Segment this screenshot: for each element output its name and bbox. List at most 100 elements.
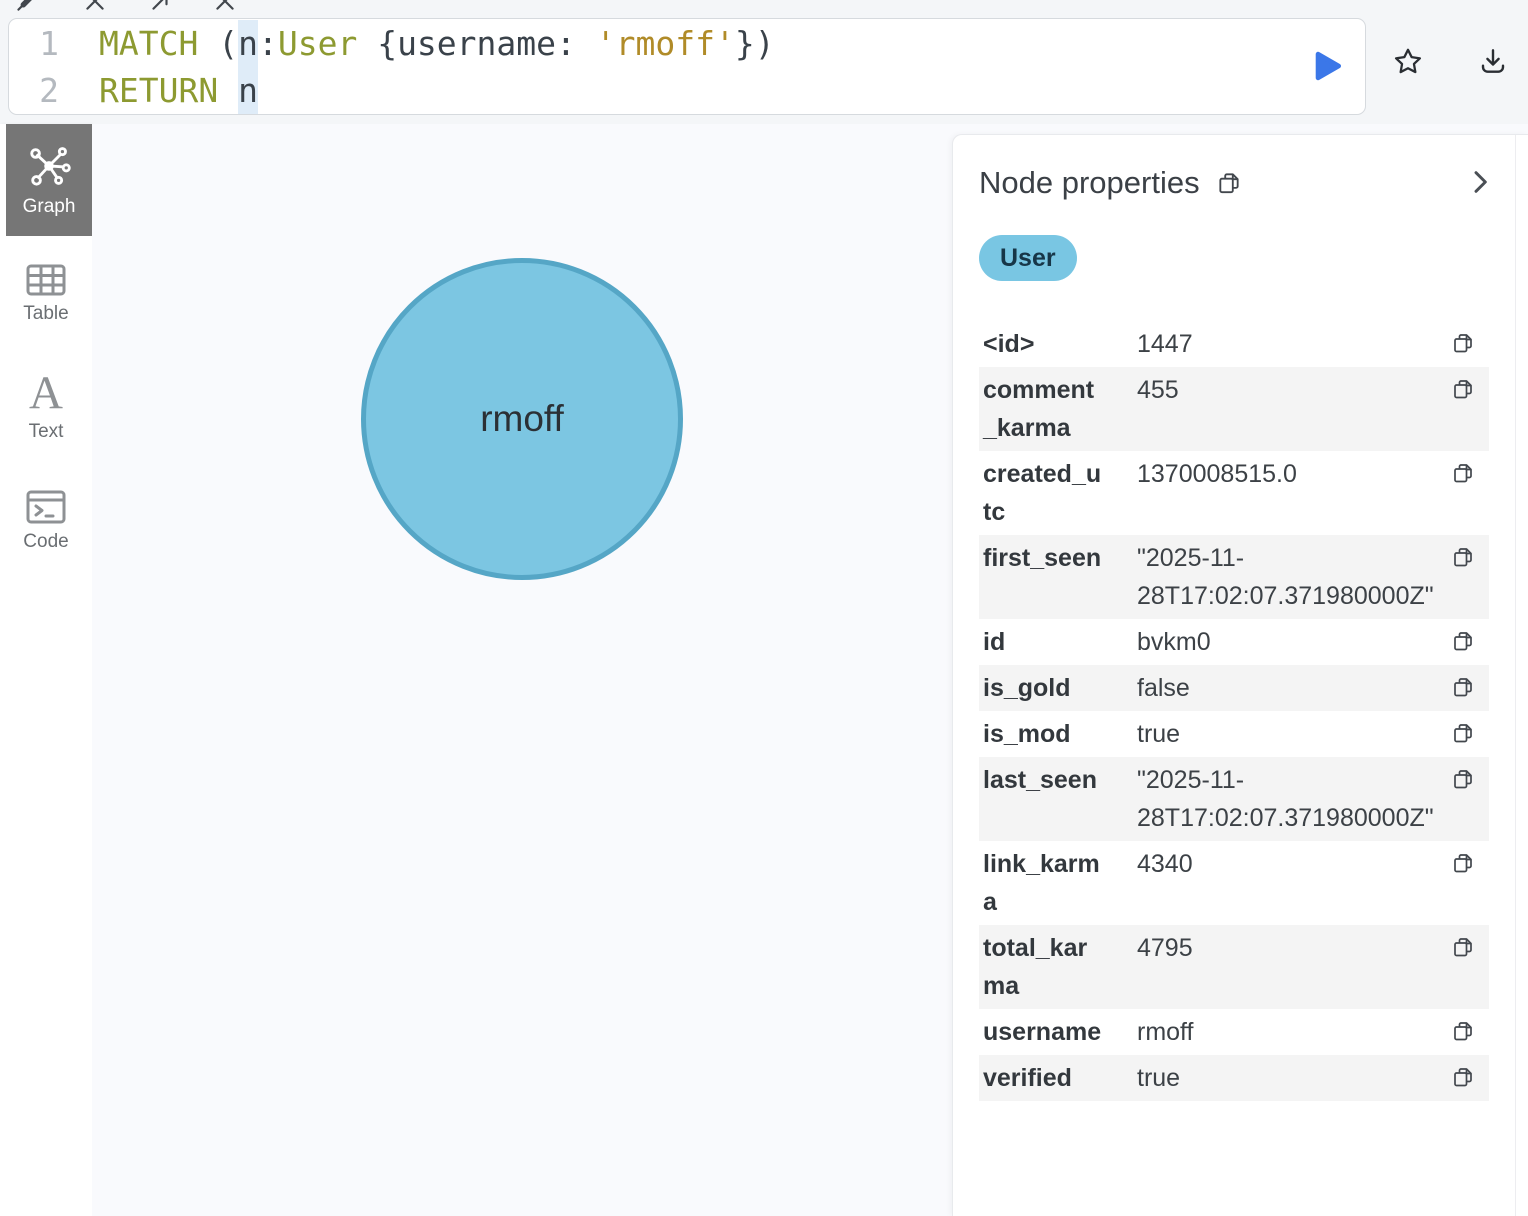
copy-property-button[interactable] bbox=[1451, 767, 1477, 793]
property-row: first_seen "2025-11-28T17:02:07.37198000… bbox=[979, 535, 1489, 619]
line-number: 1 bbox=[9, 20, 59, 67]
code-token: MATCH bbox=[99, 24, 218, 63]
sidebar-item-code[interactable]: Code bbox=[0, 486, 92, 556]
property-key: link_karma bbox=[983, 845, 1137, 921]
code-line: 2 RETURN n bbox=[9, 67, 1365, 114]
copy-icon bbox=[1451, 767, 1475, 791]
copy-property-button[interactable] bbox=[1451, 1065, 1477, 1091]
sidebar-item-table[interactable]: Table bbox=[0, 261, 92, 327]
copy-property-button[interactable] bbox=[1451, 461, 1477, 487]
code-token: User bbox=[278, 24, 357, 63]
graph-network-icon bbox=[26, 142, 72, 188]
copy-icon bbox=[1451, 721, 1475, 745]
copy-property-button[interactable] bbox=[1451, 1019, 1477, 1045]
close-icon[interactable] bbox=[82, 0, 108, 14]
property-value: 455 bbox=[1137, 371, 1443, 447]
property-row: comment_karma 455 bbox=[979, 367, 1489, 451]
property-key: last_seen bbox=[983, 761, 1137, 837]
property-row: is_mod true bbox=[979, 711, 1489, 757]
line-number: 2 bbox=[9, 67, 59, 114]
node-label-badge: User bbox=[979, 235, 1077, 281]
code-line: 1 MATCH (n:User {username: 'rmoff'}) bbox=[9, 20, 1365, 67]
panel-header: Node properties bbox=[979, 161, 1528, 205]
code-token: RETURN bbox=[99, 71, 238, 110]
property-row: created_utc 1370008515.0 bbox=[979, 451, 1489, 535]
code-token: : bbox=[258, 24, 278, 63]
open-in-new-icon[interactable] bbox=[147, 0, 173, 14]
copy-property-button[interactable] bbox=[1451, 935, 1477, 961]
save-favorite-button[interactable] bbox=[1390, 45, 1426, 81]
graph-node-user[interactable]: rmoff bbox=[361, 258, 683, 580]
collapse-panel-button[interactable] bbox=[1464, 163, 1496, 201]
property-value: "2025-11-28T17:02:07.371980000Z" bbox=[1137, 761, 1443, 837]
code-token: }) bbox=[735, 24, 775, 63]
property-key: verified bbox=[983, 1059, 1137, 1097]
play-icon bbox=[1307, 47, 1345, 85]
sidebar-item-label: Code bbox=[23, 531, 68, 553]
letter-a-icon: A bbox=[29, 371, 63, 415]
property-row: username rmoff bbox=[979, 1009, 1489, 1055]
terminal-icon bbox=[26, 489, 66, 525]
property-row: link_karma 4340 bbox=[979, 841, 1489, 925]
property-value: "2025-11-28T17:02:07.371980000Z" bbox=[1137, 539, 1443, 615]
property-value: true bbox=[1137, 1059, 1443, 1097]
property-row: <id> 1447 bbox=[979, 321, 1489, 367]
chevron-right-icon bbox=[1464, 163, 1496, 201]
download-button[interactable] bbox=[1475, 44, 1511, 80]
copy-icon bbox=[1451, 545, 1475, 569]
table-grid-icon bbox=[26, 263, 66, 297]
copy-property-button[interactable] bbox=[1451, 331, 1477, 357]
property-key: username bbox=[983, 1013, 1137, 1051]
property-value: true bbox=[1137, 715, 1443, 753]
property-row: last_seen "2025-11-28T17:02:07.371980000… bbox=[979, 757, 1489, 841]
copy-icon bbox=[1451, 461, 1475, 485]
star-icon bbox=[1391, 45, 1425, 79]
copy-property-button[interactable] bbox=[1451, 629, 1477, 655]
copy-icon bbox=[1216, 170, 1242, 196]
property-key: is_mod bbox=[983, 715, 1137, 753]
copy-property-button[interactable] bbox=[1451, 377, 1477, 403]
property-key: <id> bbox=[983, 325, 1137, 363]
copy-icon bbox=[1451, 629, 1475, 653]
property-value: false bbox=[1137, 669, 1443, 707]
sidebar-item-label: Table bbox=[23, 303, 68, 325]
copy-property-button[interactable] bbox=[1451, 851, 1477, 877]
pin-icon[interactable] bbox=[13, 0, 39, 14]
run-query-button[interactable] bbox=[1307, 47, 1345, 85]
sidebar-item-graph[interactable]: Graph bbox=[6, 124, 92, 236]
property-key: created_utc bbox=[983, 455, 1137, 531]
property-key: id bbox=[983, 623, 1137, 661]
copy-icon bbox=[1451, 935, 1475, 959]
property-key: first_seen bbox=[983, 539, 1137, 615]
code-token: n bbox=[238, 20, 258, 67]
properties-table: <id> 1447 comment_karma 455 created_utc … bbox=[979, 321, 1489, 1101]
copy-icon bbox=[1451, 377, 1475, 401]
property-key: comment_karma bbox=[983, 371, 1137, 447]
code-token: 'rmoff' bbox=[596, 24, 735, 63]
sidebar-item-label: Text bbox=[29, 421, 64, 443]
copy-property-button[interactable] bbox=[1451, 721, 1477, 747]
property-row: verified true bbox=[979, 1055, 1489, 1101]
property-value: bvkm0 bbox=[1137, 623, 1443, 661]
copy-property-button[interactable] bbox=[1451, 675, 1477, 701]
query-editor[interactable]: 1 MATCH (n:User {username: 'rmoff'}) 2 RETU… bbox=[8, 18, 1366, 115]
copy-icon bbox=[1451, 675, 1475, 699]
property-value: 1370008515.0 bbox=[1137, 455, 1443, 531]
sidebar-item-label: Graph bbox=[23, 196, 76, 218]
copy-all-properties-button[interactable] bbox=[1216, 169, 1244, 197]
code-token: {username: bbox=[357, 24, 595, 63]
code-token: n bbox=[238, 67, 258, 114]
sidebar-item-text[interactable]: A Text bbox=[0, 374, 92, 440]
close-icon[interactable] bbox=[212, 0, 238, 14]
property-value: 4340 bbox=[1137, 845, 1443, 921]
node-caption: rmoff bbox=[480, 398, 564, 440]
result-view-sidebar: Graph Table A Text Code bbox=[0, 124, 92, 1216]
copy-property-button[interactable] bbox=[1451, 545, 1477, 571]
property-row: total_karma 4795 bbox=[979, 925, 1489, 1009]
property-row: id bvkm0 bbox=[979, 619, 1489, 665]
panel-scroll-divider bbox=[1515, 135, 1516, 1216]
query-editor-lines[interactable]: 1 MATCH (n:User {username: 'rmoff'}) 2 RETU… bbox=[9, 20, 1365, 114]
property-key: total_karma bbox=[983, 929, 1137, 1005]
code-token: ( bbox=[218, 24, 238, 63]
copy-icon bbox=[1451, 1019, 1475, 1043]
